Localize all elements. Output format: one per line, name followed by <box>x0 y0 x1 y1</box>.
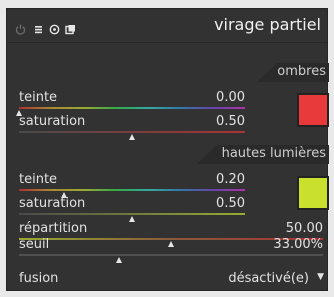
slider-value: 0.50 <box>216 114 245 129</box>
section-highlights: hautes lumières <box>197 145 329 164</box>
module-title: virage partiel <box>214 15 321 34</box>
saturation-gradient-track <box>19 213 245 215</box>
compress-slider[interactable]: seuil 33.00% <box>19 237 323 263</box>
slider-value: 50.00 <box>285 221 323 236</box>
slider-label: teinte <box>19 90 58 105</box>
fusion-label: fusion <box>19 271 59 286</box>
highlights-hue-slider[interactable]: teinte 0.20 <box>19 172 245 198</box>
hue-gradient-track <box>19 107 245 109</box>
highlights-saturation-slider[interactable]: saturation 0.50 <box>19 196 245 222</box>
slider-label: seuil <box>19 237 50 252</box>
module-header: virage partiel <box>7 9 327 43</box>
slider-label: teinte <box>19 172 58 187</box>
hue-gradient-track <box>19 189 245 191</box>
slider-thumb[interactable] <box>129 134 135 140</box>
shadows-hue-slider[interactable]: teinte 0.00 <box>16 90 245 116</box>
slider-label: saturation <box>19 196 86 211</box>
multi-instance-icon[interactable] <box>65 20 76 35</box>
slider-value: 0.20 <box>216 172 245 187</box>
section-shadows: ombres <box>257 63 329 82</box>
compress-track <box>19 254 323 256</box>
presets-icon[interactable] <box>33 20 44 34</box>
shadows-color-swatch[interactable] <box>297 93 329 127</box>
section-shadows-label: ombres <box>277 64 326 79</box>
slider-thumb[interactable] <box>116 257 123 263</box>
fusion-dropdown[interactable]: désactivé(e) <box>228 271 309 286</box>
slider-label: répartition <box>19 221 88 236</box>
slider-label: saturation <box>19 114 86 129</box>
highlights-color-swatch[interactable] <box>297 176 329 210</box>
slider-value: 0.50 <box>216 196 245 211</box>
split-toning-panel: virage partiel ombres teinte 0.00 satura… <box>6 8 329 291</box>
slider-value: 0.00 <box>216 90 245 105</box>
saturation-gradient-track <box>19 131 245 133</box>
power-icon[interactable] <box>15 20 26 35</box>
dropdown-arrow-icon[interactable]: ▼ <box>317 272 324 282</box>
slider-value: 33.00% <box>273 237 323 252</box>
reset-icon[interactable] <box>49 20 60 35</box>
shadows-saturation-slider[interactable]: saturation 0.50 <box>19 114 245 140</box>
section-highlights-label: hautes lumières <box>221 146 326 161</box>
